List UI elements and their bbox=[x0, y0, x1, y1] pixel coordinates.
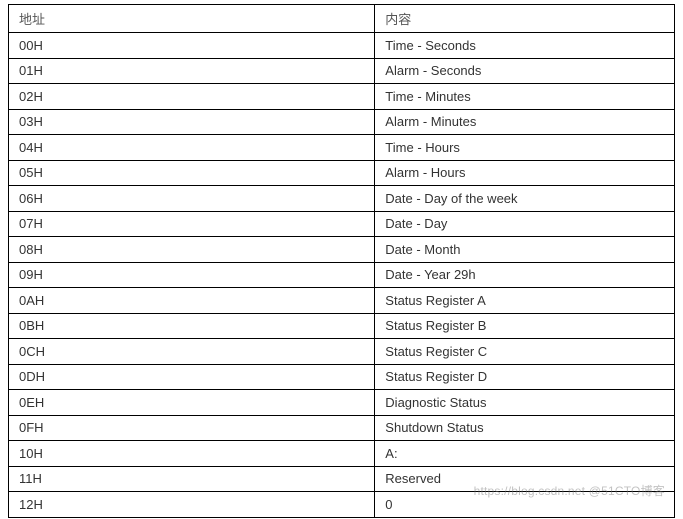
cell-content: Status Register B bbox=[375, 313, 675, 339]
table-header-row: 地址 内容 bbox=[9, 5, 675, 33]
cell-address: 0CH bbox=[9, 339, 375, 365]
table-row: 11HReserved bbox=[9, 466, 675, 492]
table-row: 0DHStatus Register D bbox=[9, 364, 675, 390]
cell-content: Alarm - Seconds bbox=[375, 58, 675, 84]
cell-content: A: bbox=[375, 441, 675, 467]
table-row: 06HDate - Day of the week bbox=[9, 186, 675, 212]
cell-address: 04H bbox=[9, 135, 375, 161]
table-row: 12H0 bbox=[9, 492, 675, 518]
cell-content: Diagnostic Status bbox=[375, 390, 675, 416]
cell-content: Time - Seconds bbox=[375, 33, 675, 59]
cell-address: 03H bbox=[9, 109, 375, 135]
table-row: 05HAlarm - Hours bbox=[9, 160, 675, 186]
register-table: 地址 内容 00HTime - Seconds01HAlarm - Second… bbox=[8, 4, 675, 518]
cell-address: 0DH bbox=[9, 364, 375, 390]
cell-content: Time - Minutes bbox=[375, 84, 675, 110]
cell-content: Reserved bbox=[375, 466, 675, 492]
table-row: 10HA: bbox=[9, 441, 675, 467]
cell-address: 0FH bbox=[9, 415, 375, 441]
cell-content: 0 bbox=[375, 492, 675, 518]
table-row: 0CHStatus Register C bbox=[9, 339, 675, 365]
cell-address: 12H bbox=[9, 492, 375, 518]
cell-address: 09H bbox=[9, 262, 375, 288]
cell-address: 0EH bbox=[9, 390, 375, 416]
table-row: 08HDate - Month bbox=[9, 237, 675, 263]
cell-address: 01H bbox=[9, 58, 375, 84]
table-row: 01HAlarm - Seconds bbox=[9, 58, 675, 84]
table-row: 0AHStatus Register A bbox=[9, 288, 675, 314]
table-row: 0BHStatus Register B bbox=[9, 313, 675, 339]
table-row: 0EHDiagnostic Status bbox=[9, 390, 675, 416]
cell-content: Alarm - Minutes bbox=[375, 109, 675, 135]
table-row: 09HDate - Year 29h bbox=[9, 262, 675, 288]
table-row: 00HTime - Seconds bbox=[9, 33, 675, 59]
cell-content: Time - Hours bbox=[375, 135, 675, 161]
cell-content: Date - Year 29h bbox=[375, 262, 675, 288]
cell-content: Status Register C bbox=[375, 339, 675, 365]
cell-content: Status Register D bbox=[375, 364, 675, 390]
cell-content: Status Register A bbox=[375, 288, 675, 314]
cell-address: 07H bbox=[9, 211, 375, 237]
cell-address: 10H bbox=[9, 441, 375, 467]
cell-content: Shutdown Status bbox=[375, 415, 675, 441]
cell-address: 11H bbox=[9, 466, 375, 492]
header-content: 内容 bbox=[375, 5, 675, 33]
cell-content: Date - Day of the week bbox=[375, 186, 675, 212]
cell-address: 06H bbox=[9, 186, 375, 212]
cell-address: 05H bbox=[9, 160, 375, 186]
table-row: 0FHShutdown Status bbox=[9, 415, 675, 441]
cell-address: 00H bbox=[9, 33, 375, 59]
cell-address: 08H bbox=[9, 237, 375, 263]
cell-address: 02H bbox=[9, 84, 375, 110]
table-row: 02HTime - Minutes bbox=[9, 84, 675, 110]
cell-address: 0AH bbox=[9, 288, 375, 314]
table-row: 07HDate - Day bbox=[9, 211, 675, 237]
cell-address: 0BH bbox=[9, 313, 375, 339]
header-address: 地址 bbox=[9, 5, 375, 33]
table-row: 03HAlarm - Minutes bbox=[9, 109, 675, 135]
table-row: 04HTime - Hours bbox=[9, 135, 675, 161]
cell-content: Date - Day bbox=[375, 211, 675, 237]
cell-content: Date - Month bbox=[375, 237, 675, 263]
cell-content: Alarm - Hours bbox=[375, 160, 675, 186]
